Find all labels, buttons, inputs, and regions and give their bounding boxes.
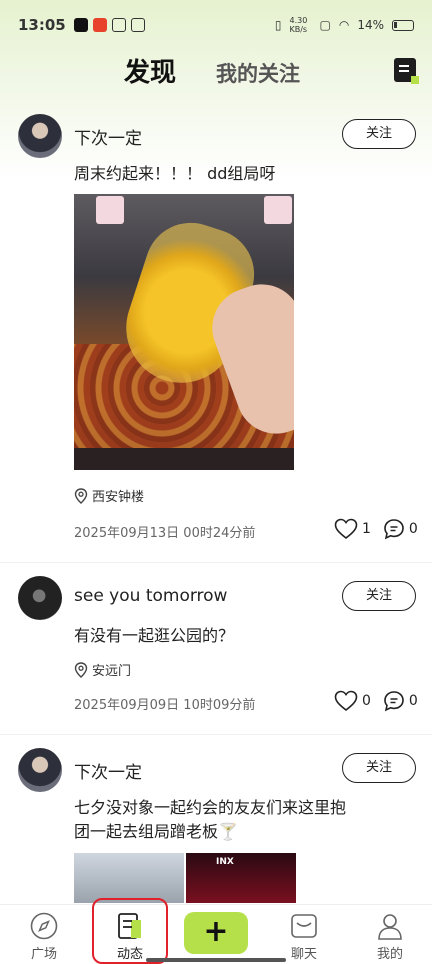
heart-icon[interactable] <box>334 690 358 712</box>
nav-mine[interactable]: 我的 <box>360 905 420 964</box>
location-pin-icon <box>74 661 88 678</box>
chat-box-icon <box>291 914 317 938</box>
message-icon <box>130 18 145 32</box>
tab-discover[interactable]: 发现 <box>117 52 177 89</box>
image-bottom-strip <box>74 448 294 470</box>
post-image[interactable]: INX <box>186 853 296 903</box>
status-bar: 13:05 ▯ 4.30 KB/s ▢ ◠ 14% <box>0 0 432 50</box>
location-pin-icon <box>74 487 88 504</box>
nav-active-highlight <box>92 898 168 964</box>
post-image[interactable] <box>74 194 294 470</box>
divider <box>0 562 432 563</box>
avatar[interactable] <box>18 114 62 158</box>
sticker-decoration <box>96 196 124 224</box>
person-icon <box>378 914 402 940</box>
nav-mine-label: 我的 <box>376 947 403 962</box>
location-label: 安远门 <box>92 664 132 679</box>
sim-icon: ▢ <box>319 18 331 32</box>
post-username[interactable]: see you tomorrow <box>74 586 227 606</box>
add-post-button[interactable]: + <box>184 912 248 954</box>
comment-count: 0 <box>408 693 418 709</box>
post-date: 2025年09月13日 00时24分前 <box>74 526 256 541</box>
comment-icon[interactable] <box>383 518 405 540</box>
follow-button[interactable]: 关注 <box>342 753 416 783</box>
post-actions: 1 0 <box>334 518 430 540</box>
avatar[interactable] <box>18 748 62 792</box>
post-card[interactable]: 下次一定 关注 周末约起来！！！ dd组局呀 西安钟楼 2025年09月13日 … <box>0 114 432 564</box>
post-image[interactable] <box>74 853 184 903</box>
comment-icon[interactable] <box>383 690 405 712</box>
post-text: 周末约起来！！！ dd组局呀 <box>74 164 276 183</box>
post-location: 安远门 <box>74 660 131 679</box>
post-card[interactable]: 下次一定 关注 七夕没对象一起约会的友友们来这里抱团一起去组局蹭老板🍸 INX <box>0 748 432 904</box>
post-username[interactable]: 下次一定 <box>74 124 142 149</box>
notes-icon[interactable] <box>394 58 419 84</box>
location-label: 西安钟楼 <box>92 490 145 505</box>
post-actions: 0 0 <box>334 690 430 712</box>
home-indicator <box>146 958 286 962</box>
nav-chat[interactable]: 聊天 <box>274 905 334 964</box>
divider <box>0 734 432 735</box>
comment-count: 0 <box>408 521 418 537</box>
heart-icon[interactable] <box>334 518 358 540</box>
post-text: 有没有一起逛公园的？ <box>74 626 235 645</box>
post-username[interactable]: 下次一定 <box>74 758 142 783</box>
net-speed: 4.30 KB/s <box>289 16 308 34</box>
status-time: 13:05 <box>18 16 66 34</box>
vibrate-icon: ▯ <box>274 18 282 32</box>
battery-icon <box>392 19 414 31</box>
post-card[interactable]: see you tomorrow 关注 有没有一起逛公园的？ 安远门 2025年… <box>0 576 432 736</box>
link-icon <box>111 18 126 32</box>
like-count: 0 <box>362 693 371 709</box>
like-count: 1 <box>362 521 371 537</box>
image-sign-text: INX <box>216 857 234 867</box>
sticker-decoration <box>264 196 292 224</box>
tab-discover-label: 发现 <box>124 58 177 88</box>
post-location: 西安钟楼 <box>74 486 144 505</box>
post-text: 七夕没对象一起约会的友友们来这里抱团一起去组局蹭老板🍸 <box>74 798 347 841</box>
follow-button[interactable]: 关注 <box>342 581 416 611</box>
top-tabs: 发现 我的关注 <box>0 50 432 94</box>
tiktok-icon <box>73 18 88 32</box>
post-date: 2025年09月09日 10时09分前 <box>74 698 256 713</box>
tab-following[interactable]: 我的关注 <box>216 58 300 88</box>
compass-icon <box>30 912 58 940</box>
battery-percent: 14% <box>357 18 384 32</box>
follow-button[interactable]: 关注 <box>342 119 416 149</box>
nav-plaza-label: 广场 <box>30 947 57 962</box>
app-notification-icon <box>92 18 107 32</box>
nav-plaza[interactable]: 广场 <box>14 905 74 964</box>
avatar[interactable] <box>18 576 62 620</box>
wifi-icon: ◠ <box>338 18 350 32</box>
